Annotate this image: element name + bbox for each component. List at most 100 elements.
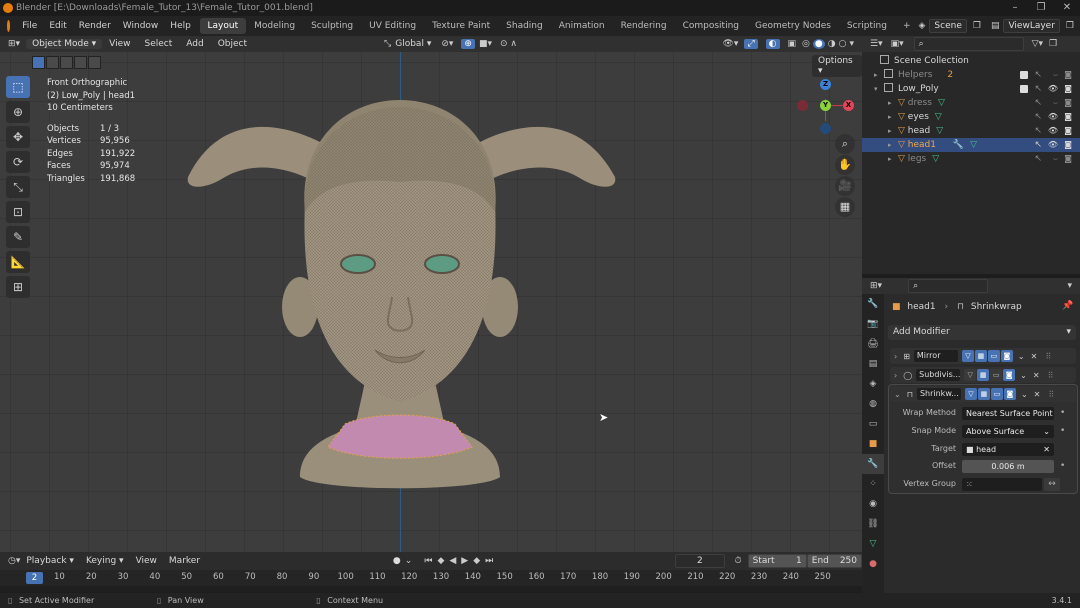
tab-shading[interactable]: Shading (498, 18, 551, 34)
target-field[interactable]: ■ head ✕ (962, 443, 1054, 456)
tab-texture-paint[interactable]: Texture Paint (424, 18, 498, 34)
eye-icon[interactable]: 👁 (1048, 138, 1058, 152)
physics-tab-icon[interactable]: ◉ (862, 494, 884, 514)
select-arrow-icon[interactable]: ↖ (1034, 96, 1042, 110)
render-icon[interactable]: ◙ (1003, 388, 1016, 400)
wireframe-shading-icon[interactable]: ◎ (802, 39, 810, 49)
hidden-eye-icon[interactable]: ⌣ (1053, 96, 1058, 110)
record-icon[interactable]: ● (393, 556, 401, 566)
add-workspace-button[interactable]: + (895, 18, 919, 34)
expand-icon[interactable]: ▸ (874, 68, 884, 82)
collection-tab-icon[interactable]: ▭ (862, 414, 884, 434)
timeline-menu-keying[interactable]: Keying ▾ (80, 556, 130, 566)
expand-icon[interactable]: › (894, 352, 897, 361)
ortho-grid-icon[interactable]: ▦ (835, 197, 855, 217)
drag-handle-icon[interactable]: ⠿ (1045, 352, 1051, 361)
properties-editor-type-icon[interactable]: ⊞▾ (870, 281, 882, 291)
timeline-ruler[interactable]: 2 10 20 30 40 50 60 70 80 90 100 110 120 130 140 150 16… (0, 570, 862, 586)
exclude-checkbox[interactable] (1020, 85, 1028, 93)
select-extend-icon[interactable] (46, 56, 59, 69)
render-tab-icon[interactable]: 📷 (862, 314, 884, 334)
viewport-menu-object[interactable]: Object (211, 39, 254, 49)
minimize-icon[interactable]: – (1002, 0, 1028, 16)
edit-cage-icon[interactable]: ▽ (964, 388, 977, 400)
select-subtract-icon[interactable] (60, 56, 73, 69)
timeline-scrollbar[interactable] (0, 586, 862, 592)
edit-cage-icon[interactable]: ▽ (961, 350, 974, 362)
render-camera-icon[interactable]: ◙ (1064, 110, 1072, 124)
stopwatch-icon[interactable]: ⏱ (735, 556, 742, 566)
snap-icon[interactable]: ⊕ (461, 39, 475, 49)
view-layer-tab-icon[interactable]: ▤ (862, 354, 884, 374)
outliner-editor-type-icon[interactable]: ☰▾ (870, 39, 883, 49)
timeline-menu-marker[interactable]: Marker (163, 556, 206, 566)
timeline-menu-playback[interactable]: Playback ▾ (20, 556, 80, 566)
close-icon[interactable]: ✕ (1054, 0, 1080, 16)
tab-sculpting[interactable]: Sculpting (303, 18, 361, 34)
menu-edit[interactable]: Edit (43, 21, 72, 31)
outliner-row-scene-collection[interactable]: Scene Collection (862, 54, 1080, 68)
tool-tab-icon[interactable]: 🔧 (862, 294, 884, 314)
gizmo-z-axis[interactable]: Z (820, 79, 831, 90)
3d-viewport[interactable]: ⬚ ⊕ ✥ ⟳ ⤡ ⊡ ✎ 📐 ⊞ Front Orthographic (2)… (0, 52, 862, 552)
timeline-menu-view[interactable]: View (130, 556, 163, 566)
render-camera-icon[interactable]: ◙ (1064, 68, 1072, 82)
render-camera-icon[interactable]: ◙ (1064, 138, 1072, 152)
render-camera-icon[interactable]: ◙ (1064, 82, 1072, 96)
close-icon[interactable]: ✕ (1033, 371, 1040, 380)
select-arrow-icon[interactable]: ↖ (1034, 82, 1042, 96)
hidden-eye-icon[interactable]: ⌣ (1053, 68, 1058, 82)
outliner-row-legs[interactable]: ▸ ▽ legs ▽ ↖ ⌣ ◙ (862, 152, 1080, 166)
modifier-name-input[interactable]: Shrinkw... (916, 388, 961, 400)
expand-icon[interactable]: ▸ (888, 152, 898, 166)
overlay-toggle-icon[interactable]: ◐ (765, 39, 780, 49)
tab-layout[interactable]: Layout (199, 18, 247, 34)
play-icon[interactable]: ▶ (461, 556, 468, 566)
pan-hand-icon[interactable]: ✋ (835, 155, 855, 175)
select-arrow-icon[interactable]: ↖ (1034, 152, 1042, 166)
select-new-icon[interactable] (32, 56, 45, 69)
maximize-icon[interactable]: ❐ (1028, 0, 1054, 16)
menu-window[interactable]: Window (117, 21, 165, 31)
jump-next-key-icon[interactable]: ◆ (473, 556, 480, 566)
eye-icon[interactable]: 👁 (1048, 124, 1058, 138)
keyframe-dot-icon[interactable]: • (1060, 461, 1065, 471)
cursor-tool[interactable]: ⊕ (6, 101, 30, 123)
tab-geometry-nodes[interactable]: Geometry Nodes (747, 18, 839, 34)
editor-type-icon[interactable]: ⊞▾ (8, 39, 20, 49)
snap-mode-select[interactable]: Above Surface ⌄ (962, 425, 1054, 438)
jump-start-icon[interactable]: ⏮ (424, 556, 432, 566)
expand-icon[interactable]: ▸ (888, 124, 898, 138)
jump-end-icon[interactable]: ⏭ (485, 556, 493, 566)
visibility-icon[interactable]: 👁▾ (723, 39, 739, 49)
camera-view-icon[interactable]: 🎥 (835, 176, 855, 196)
gizmo-neg-z[interactable] (820, 123, 831, 134)
close-icon[interactable]: ✕ (1031, 352, 1038, 361)
realtime-icon[interactable]: ▭ (987, 350, 1000, 362)
tab-modeling[interactable]: Modeling (246, 18, 303, 34)
render-camera-icon[interactable]: ◙ (1064, 124, 1072, 138)
invert-vertex-group-icon[interactable]: ↔ (1044, 478, 1060, 491)
close-icon[interactable]: ✕ (1034, 390, 1041, 399)
tab-compositing[interactable]: Compositing (675, 18, 747, 34)
modifier-subdivision[interactable]: › ◯ Subdivis... ▽ ▦ ▭ ◙ ⌄ ✕ ⠿ (890, 367, 1076, 383)
data-tab-icon[interactable]: ▽ (862, 534, 884, 554)
object-tab-icon[interactable]: ■ (862, 434, 884, 454)
jump-prev-key-icon[interactable]: ◆ (437, 556, 444, 566)
expand-icon[interactable]: ▸ (888, 110, 898, 124)
menu-help[interactable]: Help (164, 21, 197, 31)
select-arrow-icon[interactable]: ↖ (1034, 138, 1042, 152)
expand-icon[interactable]: ▸ (888, 96, 898, 110)
edit-mode-icon[interactable]: ▦ (974, 350, 987, 362)
chevron-down-icon[interactable]: ⌄ (1020, 371, 1027, 380)
pin-icon[interactable]: 📌 (1062, 301, 1073, 311)
eye-icon[interactable]: 👁 (1048, 82, 1058, 96)
expand-icon[interactable]: › (894, 371, 897, 380)
render-icon[interactable]: ◙ (1000, 350, 1013, 362)
snap-target-icon[interactable]: ■▾ (479, 39, 492, 49)
pivot-icon[interactable]: ⊘▾ (441, 39, 453, 49)
view-layer-selector[interactable]: ViewLayer (1003, 19, 1060, 33)
options-dropdown[interactable]: Options ▾ (812, 55, 862, 77)
drag-handle-icon[interactable]: ⠿ (1048, 390, 1054, 399)
viewport-menu-view[interactable]: View (102, 39, 137, 49)
